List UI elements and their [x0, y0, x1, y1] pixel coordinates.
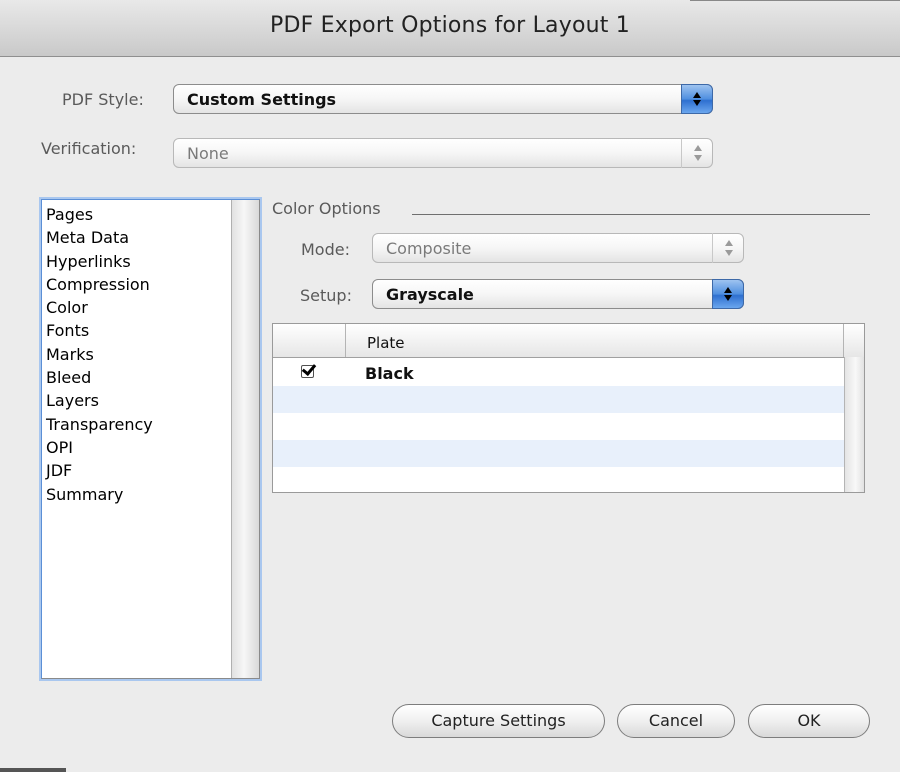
group-divider	[412, 214, 870, 215]
setup-value: Grayscale	[386, 285, 474, 304]
column-separator	[345, 324, 346, 357]
setup-popup[interactable]: Grayscale	[372, 279, 744, 309]
popup-arrows-icon	[712, 233, 744, 263]
window-corner	[0, 768, 66, 772]
list-item-color[interactable]: Color	[46, 296, 259, 319]
mode-label: Mode:	[301, 240, 350, 259]
list-item-summary[interactable]: Summary	[46, 483, 259, 506]
title-bar: PDF Export Options for Layout 1	[0, 0, 900, 57]
plate-checkbox[interactable]	[301, 365, 314, 378]
list-item-compression[interactable]: Compression	[46, 273, 259, 296]
list-item-meta-data[interactable]: Meta Data	[46, 226, 259, 249]
list-item-bleed[interactable]: Bleed	[46, 366, 259, 389]
color-options-group-label: Color Options	[272, 199, 381, 218]
mode-value: Composite	[386, 239, 472, 258]
plates-table[interactable]: Plate Black	[272, 323, 865, 493]
list-item-marks[interactable]: Marks	[46, 343, 259, 366]
cancel-button[interactable]: Cancel	[617, 704, 735, 738]
list-item-opi[interactable]: OPI	[46, 436, 259, 459]
capture-settings-button[interactable]: Capture Settings	[392, 704, 605, 738]
window-title: PDF Export Options for Layout 1	[270, 13, 630, 38]
list-item-hyperlinks[interactable]: Hyperlinks	[46, 250, 259, 273]
ok-button[interactable]: OK	[748, 704, 870, 738]
category-list-scrollbar[interactable]	[231, 200, 259, 678]
title-bar-edge	[690, 0, 900, 1]
pdf-style-value: Custom Settings	[187, 90, 337, 109]
plate-column-header[interactable]: Plate	[367, 334, 405, 352]
plate-name: Black	[365, 364, 414, 383]
setup-label: Setup:	[300, 286, 352, 305]
mode-popup[interactable]: Composite	[372, 233, 744, 263]
popup-arrows-icon	[681, 84, 713, 114]
table-row-empty	[273, 440, 844, 467]
popup-arrows-icon	[712, 279, 744, 309]
category-list[interactable]: Pages Meta Data Hyperlinks Compression C…	[41, 199, 260, 679]
list-item-pages[interactable]: Pages	[46, 203, 259, 226]
list-item-fonts[interactable]: Fonts	[46, 319, 259, 342]
column-separator	[843, 324, 844, 357]
pdf-style-popup[interactable]: Custom Settings	[173, 84, 713, 114]
popup-arrows-icon	[681, 138, 713, 168]
verification-popup[interactable]: None	[173, 138, 713, 168]
table-row-empty	[273, 467, 844, 492]
plates-table-scrollbar[interactable]	[844, 357, 864, 492]
verification-label: Verification:	[41, 139, 137, 158]
table-row-empty	[273, 386, 844, 413]
list-item-layers[interactable]: Layers	[46, 389, 259, 412]
list-item-jdf[interactable]: JDF	[46, 459, 259, 482]
verification-value: None	[187, 144, 229, 163]
plates-table-header: Plate	[273, 324, 864, 358]
list-item-transparency[interactable]: Transparency	[46, 413, 259, 436]
pdf-style-label: PDF Style:	[62, 90, 144, 109]
table-row[interactable]: Black	[273, 359, 844, 386]
table-row-empty	[273, 413, 844, 440]
